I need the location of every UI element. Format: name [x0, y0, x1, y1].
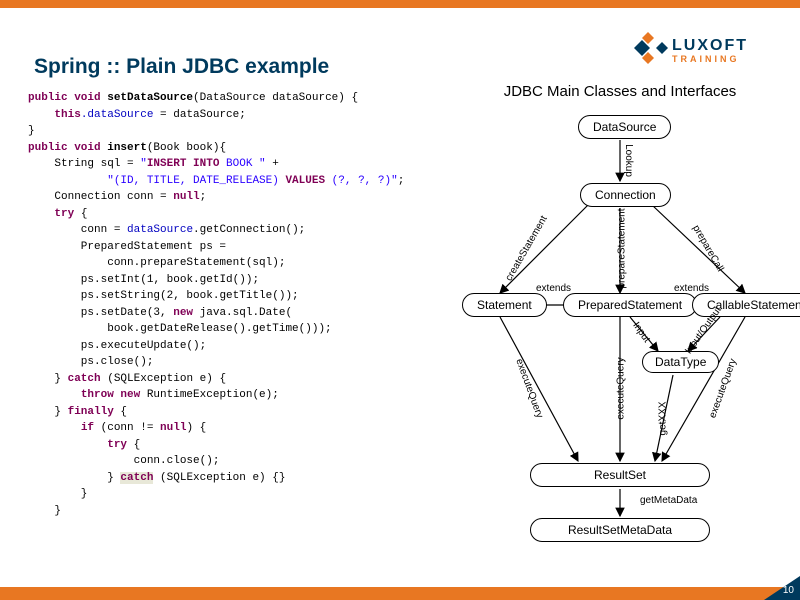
node-datasource: DataSource	[578, 115, 671, 139]
edge-getxxx: getXXX	[657, 402, 668, 436]
node-statement: Statement	[462, 293, 547, 317]
node-rsmeta: ResultSetMetaData	[530, 518, 710, 542]
edge-extends2: extends	[674, 283, 709, 294]
edge-exec2: executeQuery	[616, 357, 627, 419]
node-datatype: DataType	[642, 351, 719, 373]
top-accent-bar	[0, 0, 800, 8]
diagram-title: JDBC Main Classes and Interfaces	[504, 83, 737, 100]
edge-lookup: Lookup	[623, 144, 634, 177]
bottom-accent-bar	[0, 586, 800, 600]
node-connection: Connection	[580, 183, 671, 207]
edge-input: Input	[630, 320, 652, 345]
page-number: 10	[783, 585, 794, 596]
edge-extends1: extends	[536, 283, 571, 294]
edge-createstmt: createStatement	[504, 214, 550, 283]
node-resultset: ResultSet	[530, 463, 710, 487]
edge-prepstmt: prepareStatement	[617, 208, 628, 288]
edge-getmeta: getMetaData	[640, 495, 697, 506]
logo-main-text: LUXOFT	[672, 37, 748, 54]
node-prepared: PreparedStatement	[563, 293, 697, 317]
edge-exec1: executeQuery	[513, 357, 545, 419]
edge-prepcall: prepareCall	[690, 223, 725, 273]
slide-title: Spring :: Plain JDBC example	[34, 55, 329, 79]
jdbc-diagram: JDBC Main Classes and Interfaces DataSou…	[460, 83, 780, 573]
code-block: public void setDataSource(DataSource dat…	[28, 90, 448, 519]
logo-sub-text: TRAINING	[672, 54, 740, 64]
luxoft-logo: LUXOFT TRAINING	[630, 20, 770, 75]
